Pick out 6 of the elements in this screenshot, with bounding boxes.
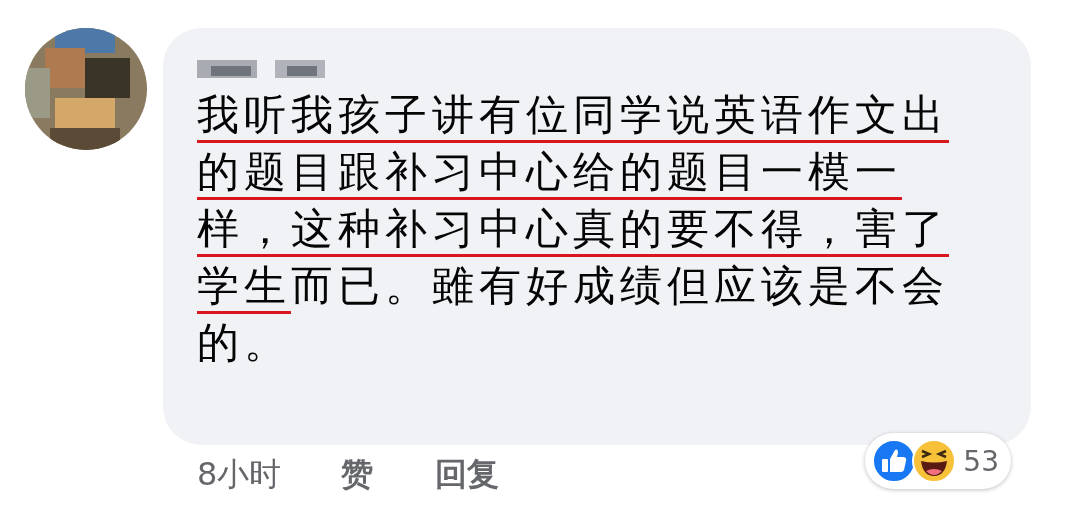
comment-text: 我听我孩子讲有位同学说英语作文出的题目跟补习中心给的题目一模一样，这种补习中心真的要不得，害了学生而已。雖有好成绩但应该是不会的。 — [197, 89, 950, 369]
reaction-count: 53 — [963, 444, 999, 478]
action-link[interactable]: 赞 — [341, 453, 374, 497]
reaction-summary[interactable]: 53 — [865, 433, 1011, 489]
comment-time: 8小时 — [197, 454, 282, 495]
action-link[interactable]: 回复 — [435, 453, 500, 497]
